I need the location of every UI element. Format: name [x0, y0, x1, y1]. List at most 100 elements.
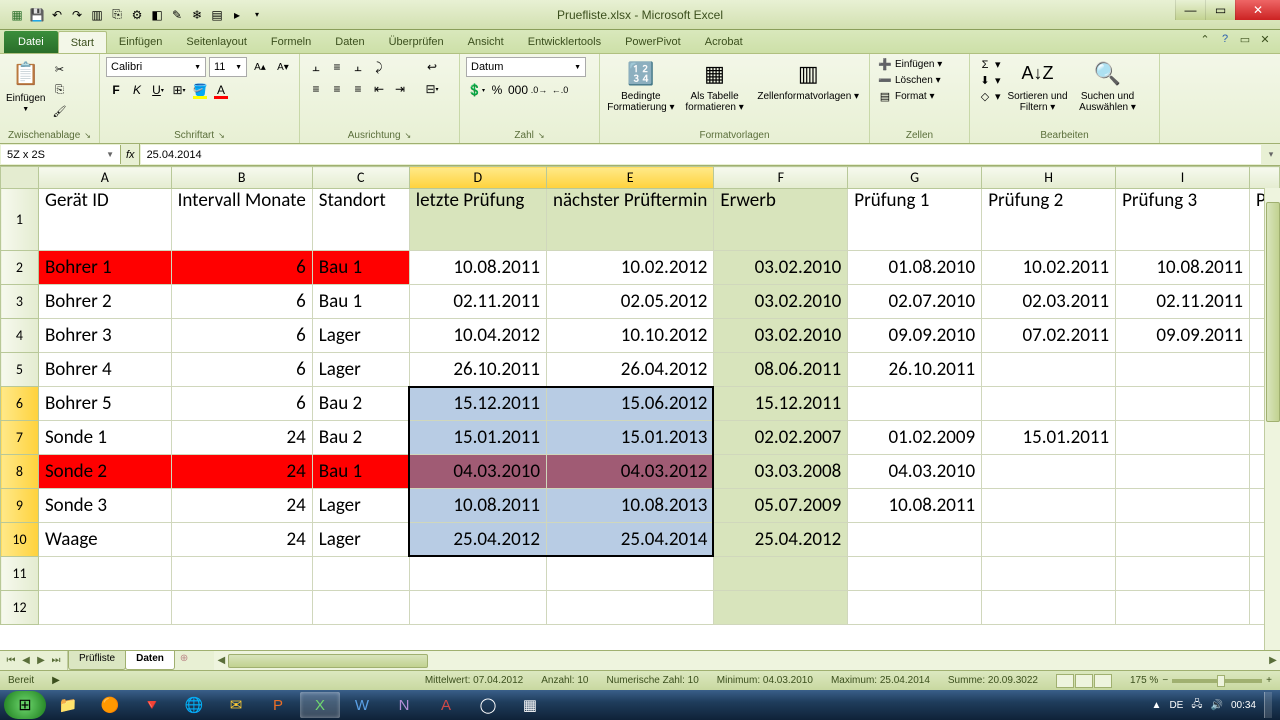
start-button[interactable]: ⊞ — [4, 691, 46, 719]
task-app-icon[interactable]: ▦ — [510, 692, 550, 718]
autosum-button[interactable]: Σ▾ — [976, 57, 1003, 72]
row-header[interactable]: 11 — [1, 557, 39, 591]
qat-customize-icon[interactable]: ▾ — [248, 6, 266, 24]
maximize-button[interactable]: ▭ — [1205, 0, 1235, 20]
fx-icon[interactable]: fx — [126, 149, 135, 161]
minimize-button[interactable]: — — [1175, 0, 1205, 20]
copy-icon[interactable]: ⎘ — [49, 81, 69, 99]
sheet-tab[interactable]: Prüfliste — [68, 651, 126, 670]
align-left-icon[interactable]: ≡ — [306, 79, 326, 99]
undo-icon[interactable]: ↶ — [48, 6, 66, 24]
row-header[interactable]: 12 — [1, 591, 39, 625]
col-header[interactable]: H — [982, 167, 1116, 189]
increase-decimal-icon[interactable]: .0→ — [529, 80, 549, 100]
dialog-launcher-icon[interactable]: ↘ — [405, 131, 412, 140]
align-bottom-icon[interactable]: ⫠ — [348, 57, 368, 77]
wrap-text-icon[interactable]: ↩ — [418, 57, 446, 77]
percent-icon[interactable]: % — [487, 80, 507, 100]
row-header[interactable]: 4 — [1, 319, 39, 353]
zoom-in-icon[interactable]: + — [1266, 675, 1272, 686]
tray-clock[interactable]: 00:34 — [1231, 700, 1256, 711]
macro-record-icon[interactable]: ▶ — [52, 675, 60, 686]
task-word-icon[interactable]: W — [342, 692, 382, 718]
qat-item-icon[interactable]: ❄ — [188, 6, 206, 24]
font-size-combo[interactable]: 11▼ — [209, 57, 247, 77]
task-onenote-icon[interactable]: N — [384, 692, 424, 718]
col-header[interactable]: G — [848, 167, 982, 189]
border-icon[interactable]: ⊞▾ — [169, 80, 189, 100]
col-header[interactable]: D — [409, 167, 546, 189]
row-header[interactable]: 9 — [1, 489, 39, 523]
ribbon-tab-überprüfen[interactable]: Überprüfen — [377, 31, 456, 53]
fill-color-icon[interactable]: 🪣 — [190, 80, 210, 100]
task-explorer-icon[interactable]: 📁 — [48, 692, 88, 718]
task-excel-icon[interactable]: X — [300, 692, 340, 718]
cut-icon[interactable]: ✂ — [49, 60, 69, 78]
normal-view-icon[interactable] — [1056, 674, 1074, 688]
horizontal-scrollbar[interactable]: ◀ ▶ — [214, 651, 1280, 670]
row-header[interactable]: 7 — [1, 421, 39, 455]
row-header[interactable]: 10 — [1, 523, 39, 557]
row-header[interactable]: 1 — [1, 189, 39, 251]
name-box[interactable]: 5Z x 2S▼ — [1, 145, 121, 164]
comma-icon[interactable]: 000 — [508, 80, 528, 100]
row-header[interactable]: 3 — [1, 285, 39, 319]
next-sheet-icon[interactable]: ▶ — [34, 655, 48, 666]
indent-dec-icon[interactable]: ⇤ — [369, 79, 389, 99]
col-header[interactable]: C — [312, 167, 409, 189]
tray-show-hidden-icon[interactable]: ▲ — [1152, 700, 1162, 711]
ribbon-tab-powerpivot[interactable]: PowerPivot — [613, 31, 693, 53]
file-tab[interactable]: Datei — [4, 31, 58, 53]
task-vlc-icon[interactable]: 🔻 — [132, 692, 172, 718]
fill-button[interactable]: ⬇▾ — [976, 73, 1003, 88]
underline-button[interactable]: U▾ — [148, 80, 168, 100]
qat-item-icon[interactable]: ⎘ — [108, 6, 126, 24]
insert-cells-button[interactable]: ➕Einfügen ▾ — [876, 57, 963, 72]
qat-item-icon[interactable]: ▥ — [88, 6, 106, 24]
tray-volume-icon[interactable]: 🔊 — [1211, 700, 1223, 711]
align-top-icon[interactable]: ⫠ — [306, 57, 326, 77]
spreadsheet-grid[interactable]: ABCDEFGHI1Gerät IDIntervall MonateStando… — [0, 166, 1280, 625]
task-outlook-icon[interactable]: ✉ — [216, 692, 256, 718]
last-sheet-icon[interactable]: ⏭ — [49, 655, 63, 666]
decrease-decimal-icon[interactable]: ←.0 — [550, 80, 570, 100]
ribbon-tab-ansicht[interactable]: Ansicht — [456, 31, 516, 53]
indent-inc-icon[interactable]: ⇥ — [390, 79, 410, 99]
tray-language[interactable]: DE — [1169, 700, 1183, 711]
new-sheet-button[interactable]: ⊕ — [174, 651, 194, 670]
close-workbook-icon[interactable]: ✕ — [1258, 33, 1272, 46]
ribbon-tab-start[interactable]: Start — [58, 31, 107, 53]
ribbon-tab-daten[interactable]: Daten — [323, 31, 376, 53]
formula-input[interactable]: 25.04.2014 — [141, 145, 1261, 164]
col-header[interactable]: F — [714, 167, 848, 189]
dialog-launcher-icon[interactable]: ↘ — [538, 131, 545, 140]
delete-cells-button[interactable]: ➖Löschen ▾ — [876, 73, 963, 88]
ribbon-tab-entwicklertools[interactable]: Entwicklertools — [516, 31, 613, 53]
close-button[interactable]: ✕ — [1235, 0, 1280, 20]
dialog-launcher-icon[interactable]: ↘ — [84, 131, 91, 140]
align-center-icon[interactable]: ≡ — [327, 79, 347, 99]
row-header[interactable]: 2 — [1, 251, 39, 285]
redo-icon[interactable]: ↷ — [68, 6, 86, 24]
prev-sheet-icon[interactable]: ◀ — [19, 655, 33, 666]
dialog-launcher-icon[interactable]: ↘ — [218, 131, 225, 140]
zoom-slider[interactable] — [1172, 679, 1262, 683]
zoom-out-icon[interactable]: − — [1162, 675, 1168, 686]
task-snagit-icon[interactable]: ◯ — [468, 692, 508, 718]
italic-button[interactable]: K — [127, 80, 147, 100]
bold-button[interactable]: F — [106, 80, 126, 100]
grow-font-icon[interactable]: A▴ — [250, 57, 270, 77]
scroll-right-icon[interactable]: ▶ — [1266, 655, 1280, 666]
qat-item-icon[interactable]: ▤ — [208, 6, 226, 24]
ribbon-tab-einfügen[interactable]: Einfügen — [107, 31, 174, 53]
vertical-scrollbar[interactable] — [1264, 188, 1280, 650]
number-format-combo[interactable]: Datum▼ — [466, 57, 586, 77]
qat-item-icon[interactable]: ✎ — [168, 6, 186, 24]
first-sheet-icon[interactable]: ⏮ — [4, 655, 18, 666]
align-right-icon[interactable]: ≡ — [348, 79, 368, 99]
row-header[interactable]: 5 — [1, 353, 39, 387]
task-powerpoint-icon[interactable]: P — [258, 692, 298, 718]
format-cells-button[interactable]: ▤Format ▾ — [876, 89, 963, 104]
col-header[interactable]: A — [38, 167, 171, 189]
task-ie-icon[interactable]: 🌐 — [174, 692, 214, 718]
